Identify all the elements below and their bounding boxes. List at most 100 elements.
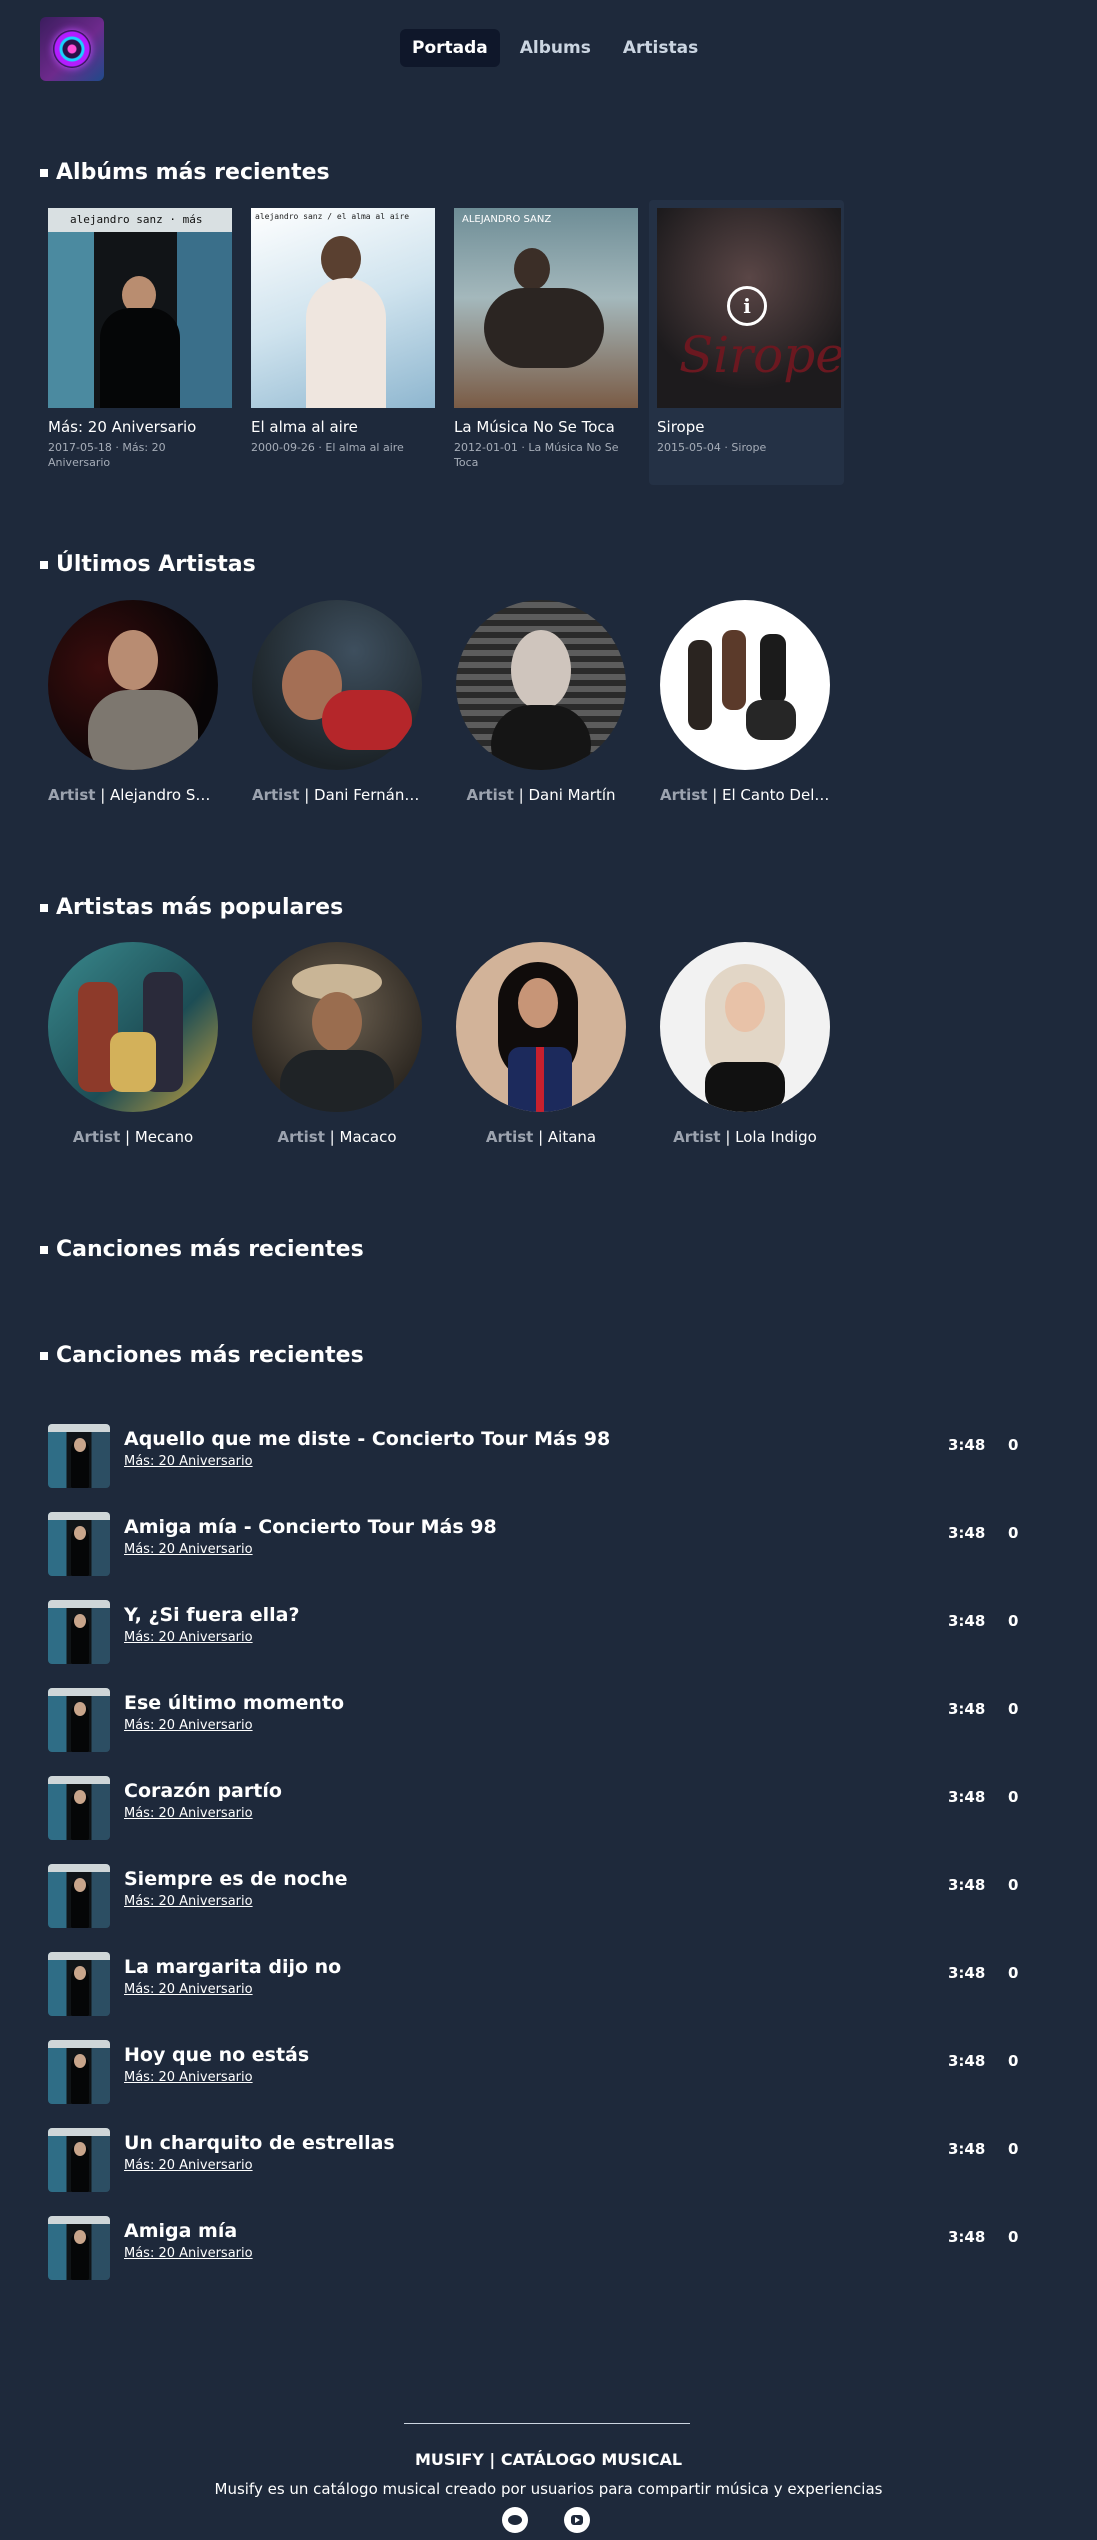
artist-caption: Artist | Dani Martín [466, 786, 616, 804]
album-title: La Música No Se Toca [454, 418, 615, 436]
music-disc-icon [53, 30, 91, 68]
album-cover-text: alejandro sanz / el alma al aire [255, 212, 410, 221]
song-album-link[interactable]: Más: 20 Aniversario [124, 1982, 253, 1997]
song-album-link[interactable]: Más: 20 Aniversario [124, 2158, 253, 2173]
artist-photo [252, 600, 422, 770]
song-row[interactable]: Ese último momento Más: 20 Aniversario 3:4… [48, 1684, 1028, 1772]
main-nav: Portada Albums Artistas [400, 29, 710, 67]
bullet-icon [40, 1245, 48, 1254]
artist-caption: Artist | Alejandro Sanz [48, 786, 218, 804]
song-duration: 3:48 [948, 2140, 986, 2158]
song-title: La margarita dijo no [124, 1956, 342, 1978]
youtube-icon[interactable] [564, 2507, 590, 2533]
header: Portada Albums Artistas [0, 0, 1097, 100]
album-card[interactable]: alejandro sanz / el alma al aire El alma… [243, 200, 438, 485]
artist-card[interactable]: Artist | Macaco [252, 942, 422, 1146]
song-title: Amiga mía - Concierto Tour Más 98 [124, 1516, 497, 1538]
album-grid: alejandro sanz · más Más: 20 Aniversario… [40, 200, 844, 485]
song-duration: 3:48 [948, 1612, 986, 1630]
song-album-link[interactable]: Más: 20 Aniversario [124, 2246, 253, 2261]
section-title-recent-songs: Canciones más recientes [40, 1237, 364, 1262]
song-album-link[interactable]: Más: 20 Aniversario [124, 1542, 253, 1557]
song-duration: 3:48 [948, 1524, 986, 1542]
song-title: Siempre es de noche [124, 1868, 348, 1890]
section-title-latest-artists: Últimos Artistas [40, 552, 256, 577]
song-album-link[interactable]: Más: 20 Aniversario [124, 2070, 253, 2085]
latest-artists-row: Artist | Alejandro Sanz Artist | Dani Fe… [48, 600, 830, 804]
artist-photo [456, 942, 626, 1112]
song-row[interactable]: Siempre es de noche Más: 20 Aniversario 3:… [48, 1860, 1028, 1948]
artist-photo [660, 942, 830, 1112]
song-album-link[interactable]: Más: 20 Aniversario [124, 1454, 253, 1469]
song-play-count: 0 [1008, 1876, 1019, 1894]
section-title-recent-songs: Canciones más recientes [40, 1343, 364, 1368]
artist-card[interactable]: Artist | Dani Martín [456, 600, 626, 804]
artist-caption: Artist | El Canto Del Loco [660, 786, 830, 804]
section-title-popular-artists: Artistas más populares [40, 895, 343, 920]
nav-tab-artistas[interactable]: Artistas [611, 29, 710, 67]
nav-tab-albums[interactable]: Albums [508, 29, 603, 67]
song-thumbnail [48, 1424, 110, 1488]
song-duration: 3:48 [948, 1788, 986, 1806]
nav-tab-portada[interactable]: Portada [400, 29, 500, 67]
album-title: Sirope [657, 418, 705, 436]
info-icon[interactable]: i [727, 286, 767, 326]
bullet-icon [40, 168, 48, 177]
artist-card[interactable]: Artist | Lola Indigo [660, 942, 830, 1146]
artist-caption: Artist | Lola Indigo [673, 1128, 817, 1146]
song-thumbnail [48, 1952, 110, 2016]
song-album-link[interactable]: Más: 20 Aniversario [124, 1630, 253, 1645]
song-title: Hoy que no estás [124, 2044, 310, 2066]
song-row[interactable]: Un charquito de estrellas Más: 20 Anivers… [48, 2124, 1028, 2212]
song-row[interactable]: Y, ¿Si fuera ella? Más: 20 Aniversario 3:4… [48, 1596, 1028, 1684]
album-cover-text: alejandro sanz · más [70, 213, 203, 226]
song-duration: 3:48 [948, 2228, 986, 2246]
artist-card[interactable]: Artist | Alejandro Sanz [48, 600, 218, 804]
album-card-hovered[interactable]: Sirope i Sirope 2015-05-04 · Sirope [649, 200, 844, 485]
album-meta: 2017-05-18 · Más: 20 Aniversario [48, 441, 166, 469]
song-album-link[interactable]: Más: 20 Aniversario [124, 1894, 253, 1909]
song-row[interactable]: La margarita dijo no Más: 20 Aniversario 3… [48, 1948, 1028, 2036]
song-duration: 3:48 [948, 1876, 986, 1894]
song-play-count: 0 [1008, 1436, 1019, 1454]
song-row[interactable]: Amiga mía Más: 20 Aniversario 3:48 0 [48, 2212, 1028, 2300]
song-duration: 3:48 [948, 1964, 986, 1982]
song-row[interactable]: Amiga mía - Concierto Tour Más 98 Más: 20… [48, 1508, 1028, 1596]
album-title: El alma al aire [251, 418, 358, 436]
song-album-link[interactable]: Más: 20 Aniversario [124, 1718, 253, 1733]
song-title: Corazón partío [124, 1780, 282, 1802]
bullet-icon [40, 560, 48, 569]
artist-photo [252, 942, 422, 1112]
song-row[interactable]: Corazón partío Más: 20 Aniversario 3:48 0 [48, 1772, 1028, 1860]
album-meta: 2015-05-04 · Sirope [657, 441, 767, 454]
artist-card[interactable]: Artist | El Canto Del Loco [660, 600, 830, 804]
section-title-recent-albums: Albúms más recientes [40, 160, 330, 185]
song-row[interactable]: Hoy que no estás Más: 20 Aniversario 3:48 0 [48, 2036, 1028, 2124]
album-meta: 2012-01-01 · La Música No Se Toca [454, 441, 619, 469]
footer-brand: MUSIFY | CATÁLOGO MUSICAL [414, 2450, 683, 2469]
artist-photo [48, 600, 218, 770]
song-thumbnail [48, 2128, 110, 2192]
song-title: Amiga mía [124, 2220, 238, 2242]
artist-card[interactable]: Artist | Mecano [48, 942, 218, 1146]
song-row[interactable]: Aquello que me diste - Concierto Tour Má… [48, 1420, 1028, 1508]
artist-card[interactable]: Artist | Dani Fernández [252, 600, 422, 804]
artist-caption: Artist | Aitana [485, 1128, 597, 1146]
song-play-count: 0 [1008, 2140, 1019, 2158]
album-cover: Sirope i [657, 208, 841, 408]
song-thumbnail [48, 1776, 110, 1840]
song-album-link[interactable]: Más: 20 Aniversario [124, 1806, 253, 1821]
artist-card[interactable]: Artist | Aitana [456, 942, 626, 1146]
footer-icons [502, 2507, 590, 2533]
song-play-count: 0 [1008, 1700, 1019, 1718]
artist-caption: Artist | Macaco [277, 1128, 397, 1146]
album-meta: 2000-09-26 · El alma al aire [251, 441, 404, 454]
album-card[interactable]: ALEJANDRO SANZ La Música No Se Toca 2012… [446, 200, 641, 485]
album-card[interactable]: alejandro sanz · más Más: 20 Aniversario… [40, 200, 235, 485]
artist-photo [48, 942, 218, 1112]
musify-logo[interactable] [40, 17, 104, 81]
album-title: Más: 20 Aniversario [48, 418, 197, 436]
song-title: Un charquito de estrellas [124, 2132, 395, 2154]
artist-photo [456, 600, 626, 770]
github-icon[interactable] [502, 2507, 528, 2533]
